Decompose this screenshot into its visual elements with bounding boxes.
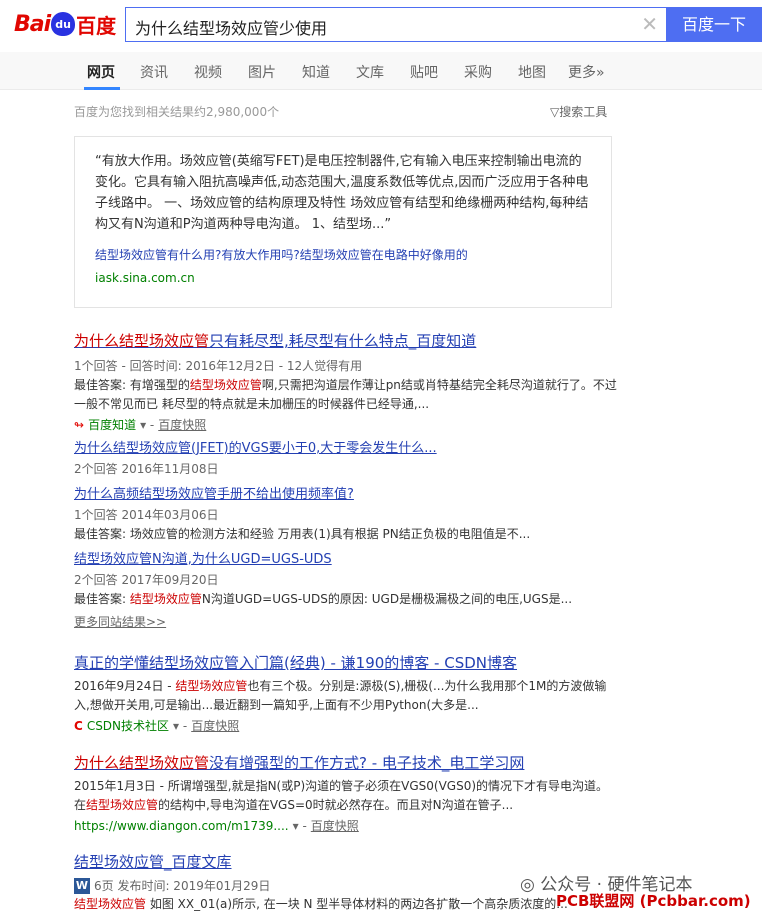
search-query[interactable]: 为什么结型场效应管少使用 (135, 15, 327, 39)
search-input[interactable]: 为什么结型场效应管少使用 ✕ (125, 7, 666, 42)
sub-result-meta: 1个回答 2014年03月06日 (74, 508, 219, 522)
header: Bai du 百度 为什么结型场效应管少使用 ✕ 百度一下 (0, 0, 762, 52)
watermark-pcbbar: PCB联盟网 (Pcbbar.com) (556, 892, 751, 910)
result-title[interactable]: 为什么结型场效应管没有增强型的工作方式? - 电子技术_电工学习网 (74, 752, 619, 773)
snippet-highlight: 结型场效应管 (86, 798, 159, 812)
paw-icon: du (51, 12, 76, 36)
answer-text: “有放大作用。场效应管(英缩写FET)是电压控制器件,它有输入电压来控制输出电流… (95, 154, 589, 232)
result-meta: 1个回答 - 回答时间: 2016年12月2日 - 12人觉得有用 (74, 359, 363, 373)
snippet-highlight: 结型场效应管 (129, 592, 202, 606)
search-tools-label: 搜索工具 (559, 105, 608, 119)
logo-text: Bai (14, 11, 51, 37)
result-count: 百度为您找到相关结果约2,980,000个 (74, 105, 280, 119)
chevron-down-icon[interactable]: ▾ - (293, 819, 307, 833)
logo-cn-text: 百度 (76, 13, 117, 38)
chevron-down-icon[interactable]: ▾ - (140, 418, 154, 432)
sub-result-title[interactable]: 为什么高频结型场效应管手册不给出使用频率值? (74, 483, 619, 502)
tab-map[interactable]: 地图 (518, 62, 546, 82)
tab-zhidao[interactable]: 知道 (302, 62, 330, 82)
title-highlight: 为什么结型场效应管 (74, 754, 210, 772)
snippet-text: 如图 XX_01(a)所示, 在一块 N 型半导体材料的两边各扩散一个高杂质浓度… (146, 897, 568, 911)
result-snippet: 结型场效应管 如图 XX_01(a)所示, 在一块 N 型半导体材料的两边各扩散… (74, 895, 619, 914)
nav-tabs: 网页 资讯 视频 图片 知道 文库 贴吧 采购 地图 更多» (0, 52, 762, 90)
snippet-text: 最佳答案: (74, 592, 130, 606)
result-meta: 6页 发布时间: 2019年01月29日 (94, 879, 271, 893)
tab-images[interactable]: 图片 (248, 62, 276, 82)
snippet-highlight: 结型场效应管 (175, 679, 248, 693)
result-snippet: 最佳答案: 有增强型的结型场效应管啊,只需把沟道层作薄让pn结或肖特基结完全耗尽… (74, 376, 619, 414)
kuaizhao-link[interactable]: 百度快照 (311, 817, 359, 834)
sub-result-meta: 2个回答 2016年11月08日 (74, 462, 219, 476)
title-highlight: 为什么结型场效应管 (74, 332, 210, 350)
result-title[interactable]: 结型场效应管_百度文库 (74, 851, 619, 872)
snippet-text: 的结构中,导电沟道在VGS=0时就必然存在。而且对N沟道在管子... (158, 798, 514, 812)
result-csdn: 真正的学懂结型场效应管入门篇(经典) - 谦190的博客 - CSDN博客 20… (74, 652, 619, 734)
csdn-icon: C (74, 718, 83, 733)
source-name[interactable]: 百度知道 (88, 416, 136, 433)
kuaizhao-link[interactable]: 百度快照 (191, 717, 239, 734)
zhidao-icon: ↬ (74, 417, 85, 432)
result-source-row: ↬ 百度知道 ▾ - 百度快照 (74, 416, 619, 433)
tab-more[interactable]: 更多» (568, 62, 605, 82)
more-site-results-link[interactable]: 更多同站结果>> (74, 613, 619, 630)
search-tools-button[interactable]: ▽搜索工具 (550, 103, 607, 120)
sub-result-title[interactable]: 结型场效应管N沟道,为什么UGD=UGS-UDS (74, 548, 619, 567)
answer-box: “有放大作用。场效应管(英缩写FET)是电压控制器件,它有输入电压来控制输出电流… (74, 136, 612, 308)
result-snippet: 2015年1月3日 - 所谓增强型,就是指N(或P)沟道的管子必须在VGS0(V… (74, 777, 619, 815)
title-rest: 只有耗尽型,耗尽型有什么特点_百度知道 (209, 332, 477, 350)
snippet-text: N沟道UGD=UGS-UDS的原因: UGD是栅极漏极之间的电压,UGS是... (201, 592, 573, 606)
chevron-down-icon[interactable]: ▾ - (173, 719, 187, 733)
tab-tieba[interactable]: 贴吧 (410, 62, 438, 82)
word-doc-icon: W (74, 877, 90, 894)
active-tab-indicator (84, 87, 120, 90)
filter-icon: ▽ (550, 105, 560, 119)
baidu-logo[interactable]: Bai du 百度 (14, 8, 118, 40)
tab-wenku[interactable]: 文库 (356, 62, 384, 82)
sub-result-title[interactable]: 为什么结型场效应管(JFET)的VGS要小于0,大于零会发生什么... (74, 437, 619, 456)
result-title[interactable]: 真正的学懂结型场效应管入门篇(经典) - 谦190的博客 - CSDN博客 (74, 652, 619, 673)
sub-result-meta: 2个回答 2017年09月20日 (74, 573, 219, 587)
result-snippet: 2016年9月24日 - 结型场效应管也有三个极。分别是:源极(S),栅极(..… (74, 677, 619, 715)
result-source-row: C CSDN技术社区 ▾ - 百度快照 (74, 717, 619, 734)
result-zhidao: 为什么结型场效应管只有耗尽型,耗尽型有什么特点_百度知道 1个回答 - 回答时间… (74, 330, 619, 630)
clear-icon[interactable]: ✕ (641, 14, 658, 34)
kuaizhao-link[interactable]: 百度快照 (158, 416, 206, 433)
wechat-icon: ◎ (520, 875, 541, 895)
snippet-highlight: 结型场效应管 (189, 378, 262, 392)
snippet-text: 最佳答案: 有增强型的 (74, 378, 190, 392)
title-rest: 没有增强型的工作方式? - 电子技术_电工学习网 (209, 754, 525, 772)
result-source-row: https://www.diangon.com/m1739.... ▾ - 百度… (74, 817, 619, 834)
snippet-highlight: 结型场效应管 (74, 897, 147, 911)
result-diangon: 为什么结型场效应管没有增强型的工作方式? - 电子技术_电工学习网 2015年1… (74, 752, 619, 834)
tab-video[interactable]: 视频 (194, 62, 222, 82)
tab-news[interactable]: 资讯 (140, 62, 168, 82)
answer-source-url[interactable]: iask.sina.com.cn (95, 271, 591, 285)
tab-caigou[interactable]: 采购 (464, 62, 492, 82)
sub-result-snippet: 最佳答案: 结型场效应管N沟道UGD=UGS-UDS的原因: UGD是栅极漏极之… (74, 590, 619, 609)
source-name[interactable]: CSDN技术社区 (87, 717, 169, 734)
result-url[interactable]: https://www.diangon.com/m1739.... (74, 819, 289, 833)
answer-source-title[interactable]: 结型场效应管有什么用?有放大作用吗?结型场效应管在电路中好像用的 (95, 246, 591, 263)
snippet-text: 2016年9月24日 - (74, 679, 176, 693)
result-title[interactable]: 为什么结型场效应管只有耗尽型,耗尽型有什么特点_百度知道 (74, 330, 619, 351)
sub-result-snippet: 最佳答案: 场效应管的检测方法和经验 万用表(1)具有根据 PN结正负极的电阻值… (74, 527, 531, 541)
search-button[interactable]: 百度一下 (666, 7, 762, 42)
tab-web[interactable]: 网页 (87, 62, 115, 82)
